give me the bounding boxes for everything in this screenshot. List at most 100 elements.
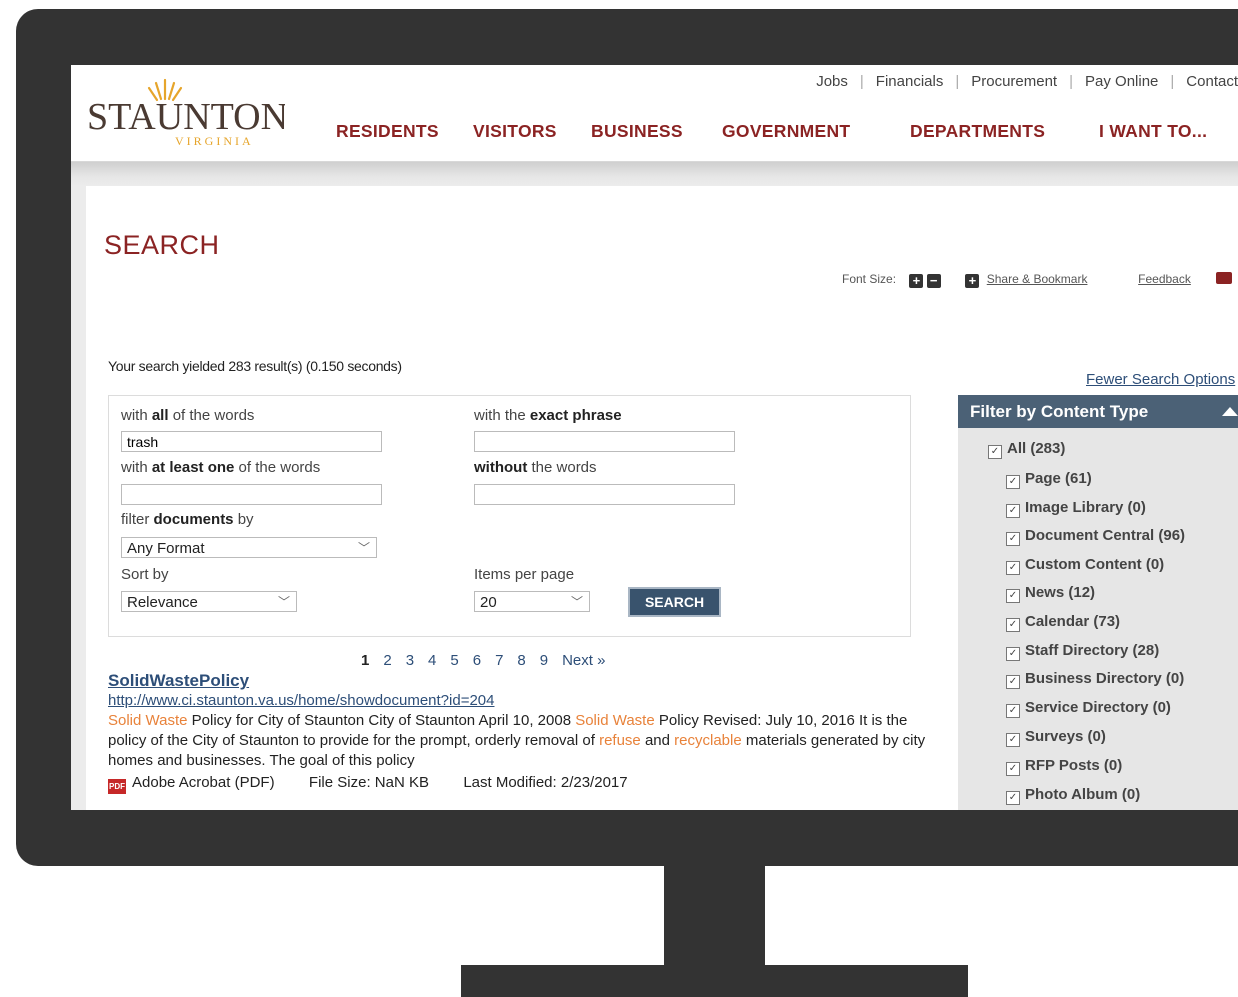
util-separator: | — [955, 73, 960, 90]
sort-by-label: Sort by — [121, 566, 169, 583]
page-link[interactable]: 9 — [540, 652, 548, 669]
filter-service-directory[interactable]: ✓ Service Directory (0) — [1006, 699, 1171, 718]
format-select[interactable]: Any Format ﹀ — [121, 537, 377, 558]
checkbox-checked-icon[interactable]: ✓ — [1006, 791, 1020, 805]
checkbox-checked-icon[interactable]: ✓ — [1006, 675, 1020, 689]
advanced-search-form: with all of the words with the exact phr… — [108, 395, 911, 637]
monitor-stand-base — [461, 965, 968, 997]
util-separator: | — [1069, 73, 1074, 90]
checkbox-checked-icon[interactable]: ✓ — [1006, 504, 1020, 518]
site-header: STAUNTON VIRGINIA Jobs | Financials | Procur… — [71, 65, 1238, 162]
result-format: Adobe Acrobat (PDF) — [132, 774, 275, 791]
util-link-contact[interactable]: Contact — [1186, 73, 1238, 90]
exact-phrase-label: with the exact phrase — [474, 407, 622, 424]
checkbox-checked-icon[interactable]: ✓ — [1006, 762, 1020, 776]
nav-residents[interactable]: RESIDENTS — [336, 121, 439, 142]
filter-all[interactable]: ✓ All (283) — [988, 440, 1065, 459]
share-plus-icon[interactable]: + — [965, 274, 980, 288]
filter-business-directory[interactable]: ✓ Business Directory (0) — [1006, 670, 1184, 689]
util-link-pay-online[interactable]: Pay Online — [1085, 73, 1158, 90]
chevron-down-icon: ﹀ — [357, 541, 370, 555]
util-link-procurement[interactable]: Procurement — [971, 73, 1057, 90]
filter-photo-album[interactable]: ✓ Photo Album (0) — [1006, 786, 1140, 805]
result-last-modified: Last Modified: 2/23/2017 — [463, 774, 628, 791]
filter-custom-content[interactable]: ✓ Custom Content (0) — [1006, 556, 1164, 575]
fewer-search-options-link[interactable]: Fewer Search Options — [1086, 371, 1235, 388]
collapse-arrow-icon[interactable] — [1220, 401, 1238, 421]
without-words-input[interactable] — [474, 484, 735, 505]
highlighted-term: Solid Waste — [108, 712, 188, 729]
result-title-link[interactable]: SolidWastePolicy — [108, 671, 928, 691]
checkbox-checked-icon[interactable]: ✓ — [1006, 589, 1020, 603]
checkbox-checked-icon[interactable]: ✓ — [1006, 561, 1020, 575]
search-result: SolidWastePolicy http://www.ci.staunton.… — [108, 671, 928, 794]
sort-select[interactable]: Relevance ﹀ — [121, 591, 297, 612]
main-content: SEARCH Font Size: + − + Share & Bookmark… — [86, 186, 1238, 810]
filter-documents-label: filter documents by — [121, 511, 254, 528]
snippet-text: and — [640, 732, 675, 749]
nav-business[interactable]: BUSINESS — [591, 121, 683, 142]
page-tools: Font Size: + − + Share & Bookmark Feedba… — [842, 272, 1232, 288]
page-link[interactable]: 2 — [383, 652, 391, 669]
filter-staff-directory[interactable]: ✓ Staff Directory (28) — [1006, 642, 1159, 661]
print-icon[interactable] — [1215, 272, 1232, 284]
highlighted-term: recyclable — [674, 732, 742, 749]
next-page-link[interactable]: Next » — [562, 652, 605, 669]
nav-government[interactable]: GOVERNMENT — [722, 121, 850, 142]
utility-nav: Jobs | Financials | Procurement | Pay Online | C… — [816, 73, 1238, 90]
filter-document-central[interactable]: ✓ Document Central (96) — [1006, 527, 1185, 546]
font-decrease-icon[interactable]: − — [926, 274, 941, 288]
least-one-input[interactable] — [121, 484, 382, 505]
monitor-stand-neck — [664, 866, 765, 966]
filter-image-library[interactable]: ✓ Image Library (0) — [1006, 499, 1146, 518]
chevron-down-icon: ﹀ — [570, 595, 583, 609]
all-words-input[interactable] — [121, 431, 382, 452]
util-link-financials[interactable]: Financials — [876, 73, 944, 90]
search-button[interactable]: SEARCH — [628, 587, 721, 617]
items-per-page-select[interactable]: 20 ﹀ — [474, 591, 590, 612]
staunton-logo[interactable]: STAUNTON VIRGINIA — [85, 77, 288, 157]
filter-rfp-posts[interactable]: ✓ RFP Posts (0) — [1006, 757, 1122, 776]
snippet-text: Policy for City of Staunton City of Stau… — [187, 712, 576, 729]
page-link[interactable]: 7 — [495, 652, 503, 669]
util-separator: | — [859, 73, 864, 90]
checkbox-checked-icon[interactable]: ✓ — [1006, 733, 1020, 747]
header-shadow-band — [71, 162, 1238, 186]
checkbox-checked-icon[interactable]: ✓ — [1006, 647, 1020, 661]
chevron-down-icon: ﹀ — [277, 595, 290, 609]
page-link[interactable]: 4 — [428, 652, 436, 669]
font-increase-icon[interactable]: + — [909, 274, 924, 288]
filter-header[interactable]: Filter by Content Type — [958, 395, 1238, 428]
browser-screen: STAUNTON VIRGINIA Jobs | Financials | Procur… — [71, 65, 1238, 810]
share-bookmark-link[interactable]: Share & Bookmark — [987, 272, 1088, 286]
filter-surveys[interactable]: ✓ Surveys (0) — [1006, 728, 1106, 747]
page-link[interactable]: 8 — [517, 652, 525, 669]
checkbox-checked-icon[interactable]: ✓ — [1006, 618, 1020, 632]
checkbox-checked-icon[interactable]: ✓ — [1006, 475, 1020, 489]
result-url-link[interactable]: http://www.ci.staunton.va.us/home/showdo… — [108, 691, 928, 711]
page-link[interactable]: 6 — [473, 652, 481, 669]
page-link[interactable]: 3 — [406, 652, 414, 669]
without-words-label: without the words — [474, 459, 597, 476]
filter-news[interactable]: ✓ News (12) — [1006, 584, 1095, 603]
logo-state: VIRGINIA — [175, 134, 254, 148]
checkbox-checked-icon[interactable]: ✓ — [1006, 532, 1020, 546]
nav-departments[interactable]: DEPARTMENTS — [910, 121, 1045, 142]
filter-calendar[interactable]: ✓ Calendar (73) — [1006, 613, 1120, 632]
items-per-page-label: Items per page — [474, 566, 575, 583]
checkbox-checked-icon[interactable]: ✓ — [988, 445, 1002, 459]
filter-page[interactable]: ✓ Page (61) — [1006, 470, 1092, 489]
font-size-label: Font Size: — [842, 272, 897, 286]
page-current: 1 — [361, 652, 370, 669]
result-file-size: File Size: NaN KB — [308, 774, 429, 791]
exact-phrase-input[interactable] — [474, 431, 735, 452]
util-link-jobs[interactable]: Jobs — [816, 73, 848, 90]
nav-i-want-to[interactable]: I WANT TO... — [1099, 121, 1207, 142]
util-separator: | — [1170, 73, 1175, 90]
result-count: Your search yielded 283 result(s) (0.150… — [108, 358, 402, 374]
feedback-link[interactable]: Feedback — [1138, 272, 1191, 286]
nav-visitors[interactable]: VISITORS — [473, 121, 557, 142]
checkbox-checked-icon[interactable]: ✓ — [1006, 704, 1020, 718]
logo-wordmark: STAUNTON — [87, 96, 285, 138]
page-link[interactable]: 5 — [450, 652, 458, 669]
